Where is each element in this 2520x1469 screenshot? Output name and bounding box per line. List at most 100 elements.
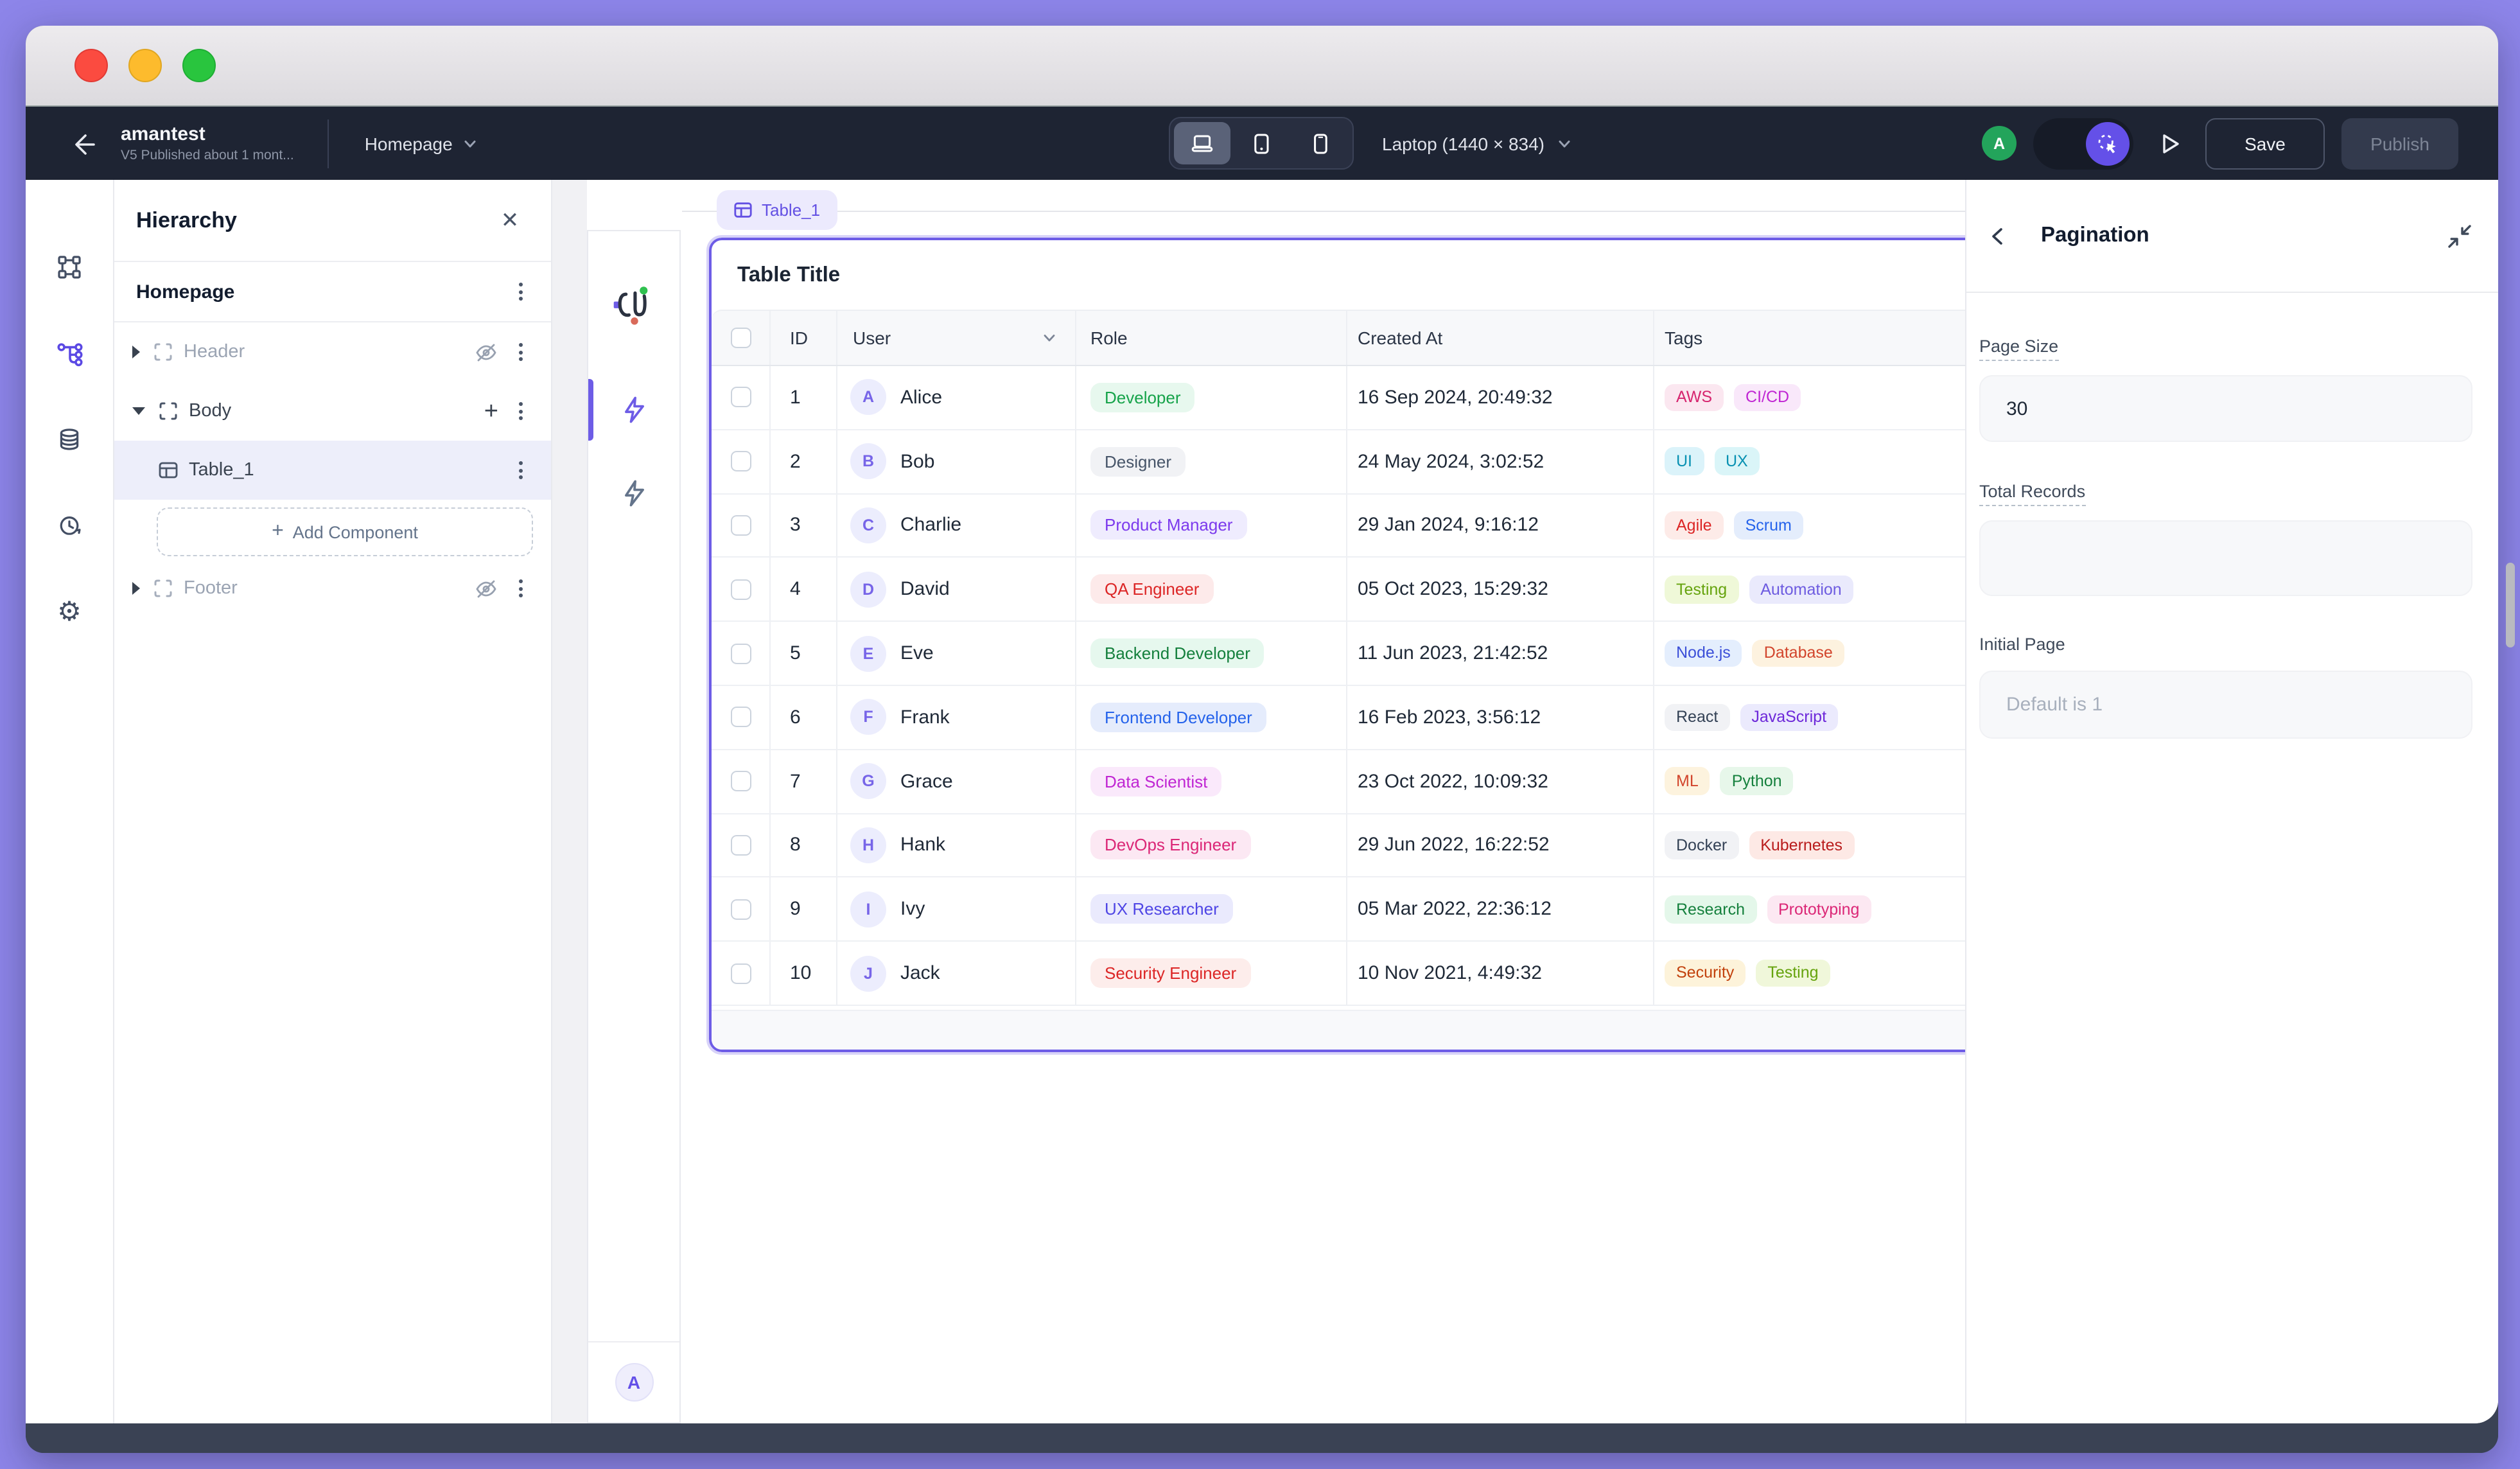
- save-button[interactable]: Save: [2205, 118, 2325, 169]
- hierarchy-icon[interactable]: [44, 328, 95, 379]
- page-size-input[interactable]: [1979, 375, 2472, 442]
- chevron-down-icon: [463, 136, 478, 151]
- back-button[interactable]: [64, 124, 103, 163]
- table-row[interactable]: 5EEveBackend Developer11 Jun 2023, 21:42…: [712, 622, 1965, 686]
- sort-chevron-icon[interactable]: [1042, 330, 1057, 346]
- table-row[interactable]: 1AAliceDeveloper16 Sep 2024, 20:49:32AWS…: [712, 366, 1965, 430]
- widget-tab[interactable]: Table_1: [717, 190, 837, 230]
- row-checkbox[interactable]: [730, 579, 751, 600]
- table-widget[interactable]: Table Title ID User Role: [709, 238, 1965, 1052]
- divider: [328, 119, 329, 168]
- tree-node-label: Header: [184, 342, 245, 362]
- cell-user-name: Ivy: [900, 899, 925, 920]
- kebab-menu[interactable]: [514, 574, 528, 603]
- tree-node-body[interactable]: Body +: [114, 382, 551, 441]
- components-icon[interactable]: [44, 242, 95, 293]
- cell-id: 4: [771, 558, 837, 621]
- user-avatar[interactable]: A: [1982, 126, 2017, 161]
- device-tablet-button[interactable]: [1233, 122, 1290, 164]
- column-header-id[interactable]: ID: [771, 311, 837, 365]
- cell-id: 5: [771, 622, 837, 685]
- actions-icon[interactable]: [611, 470, 657, 516]
- row-checkbox[interactable]: [730, 835, 751, 856]
- column-header-user[interactable]: User: [853, 328, 891, 348]
- role-badge: Designer: [1090, 446, 1186, 476]
- table-row[interactable]: 10JJackSecurity Engineer10 Nov 2021, 4:4…: [712, 942, 1965, 1006]
- cell-id: 7: [771, 750, 837, 813]
- caret-right-icon[interactable]: [132, 582, 140, 595]
- cell-created-at: 05 Oct 2023, 15:29:32: [1347, 558, 1654, 621]
- tree-node-table[interactable]: Table_1: [114, 441, 551, 500]
- user-avatar-chip: F: [850, 699, 886, 735]
- table-row[interactable]: 2BBobDesigner24 May 2024, 3:02:52UIUX: [712, 430, 1965, 495]
- cell-id: 10: [771, 942, 837, 1005]
- cell-id: 1: [771, 366, 837, 429]
- table-row[interactable]: 4DDavidQA Engineer05 Oct 2023, 15:29:32T…: [712, 558, 1965, 622]
- device-phone-button[interactable]: [1292, 122, 1349, 164]
- total-records-input[interactable]: [1979, 520, 2472, 596]
- add-child-icon[interactable]: +: [484, 399, 498, 423]
- settings-icon[interactable]: ⚙: [44, 586, 95, 637]
- column-header-role[interactable]: Role: [1076, 311, 1347, 365]
- row-checkbox[interactable]: [730, 707, 751, 728]
- add-component-button[interactable]: + Add Component: [157, 507, 533, 556]
- tag-chip: ML: [1665, 768, 1710, 795]
- actions-icon-active[interactable]: [611, 387, 657, 433]
- initial-page-input[interactable]: [1979, 671, 2472, 739]
- topbar-right-group: A Save Publish: [1982, 107, 2458, 180]
- publish-button[interactable]: Publish: [2341, 118, 2458, 169]
- kebab-menu[interactable]: [514, 277, 528, 306]
- page-selector[interactable]: Homepage: [365, 133, 478, 154]
- tag-chip: React: [1665, 703, 1729, 731]
- kebab-menu[interactable]: [514, 456, 528, 484]
- collapse-panel-icon[interactable]: [2443, 219, 2476, 252]
- eye-off-icon[interactable]: [474, 340, 498, 364]
- table-row[interactable]: 6FFrankFrontend Developer16 Feb 2023, 3:…: [712, 686, 1965, 750]
- column-header-tags[interactable]: Tags: [1654, 311, 1965, 365]
- cell-user-name: Alice: [900, 387, 942, 409]
- row-checkbox[interactable]: [730, 643, 751, 664]
- chevron-down-icon: [1556, 136, 1571, 151]
- cell-id: 8: [771, 814, 837, 877]
- row-checkbox[interactable]: [730, 515, 751, 536]
- close-icon[interactable]: ✕: [494, 205, 525, 236]
- hierarchy-page-row[interactable]: Homepage: [114, 262, 551, 322]
- tree-node-header[interactable]: Header: [114, 322, 551, 382]
- canvas-user-avatar[interactable]: A: [615, 1362, 653, 1401]
- pointer-mode-button[interactable]: [2086, 121, 2130, 165]
- row-checkbox[interactable]: [730, 451, 751, 471]
- cell-user-name: David: [900, 579, 950, 601]
- device-size-selector[interactable]: Laptop (1440 × 834): [1382, 133, 1571, 154]
- device-laptop-button[interactable]: [1174, 122, 1230, 164]
- eye-off-icon[interactable]: [474, 576, 498, 601]
- tree-node-footer[interactable]: Footer: [114, 559, 551, 618]
- table-row[interactable]: 7GGraceData Scientist23 Oct 2022, 10:09:…: [712, 750, 1965, 814]
- preview-play-button[interactable]: [2150, 124, 2189, 163]
- close-window-button[interactable]: [74, 49, 108, 82]
- caret-right-icon[interactable]: [132, 346, 140, 358]
- hierarchy-panel: Hierarchy ✕ Homepage Header: [114, 180, 552, 1423]
- zoom-window-button[interactable]: [182, 49, 216, 82]
- row-checkbox[interactable]: [730, 963, 751, 983]
- table-icon: [158, 460, 179, 480]
- kebab-menu[interactable]: [514, 397, 528, 425]
- back-chevron-icon[interactable]: [1984, 222, 2013, 250]
- row-checkbox[interactable]: [730, 387, 751, 408]
- column-header-created-at[interactable]: Created At: [1347, 311, 1654, 365]
- panel-gap: [552, 180, 587, 1423]
- minimize-window-button[interactable]: [128, 49, 162, 82]
- table-row[interactable]: 8HHankDevOps Engineer29 Jun 2022, 16:22:…: [712, 814, 1965, 878]
- row-checkbox[interactable]: [730, 771, 751, 791]
- data-icon[interactable]: [44, 414, 95, 465]
- device-size-label: Laptop (1440 × 834): [1382, 133, 1544, 154]
- caret-down-icon[interactable]: [132, 407, 145, 415]
- kebab-menu[interactable]: [514, 338, 528, 366]
- table-row[interactable]: 3CCharlieProduct Manager29 Jan 2024, 9:1…: [712, 494, 1965, 558]
- inspector-panel: Pagination Page Size Total Records Initi…: [1965, 180, 2498, 1423]
- row-checkbox[interactable]: [730, 899, 751, 920]
- select-all-checkbox[interactable]: [730, 328, 751, 348]
- history-icon[interactable]: [44, 500, 95, 551]
- device-toggle-group: [1169, 117, 1354, 170]
- table-row[interactable]: 9IIvyUX Researcher05 Mar 2022, 22:36:12R…: [712, 878, 1965, 942]
- scrollbar-thumb[interactable]: [2506, 563, 2515, 647]
